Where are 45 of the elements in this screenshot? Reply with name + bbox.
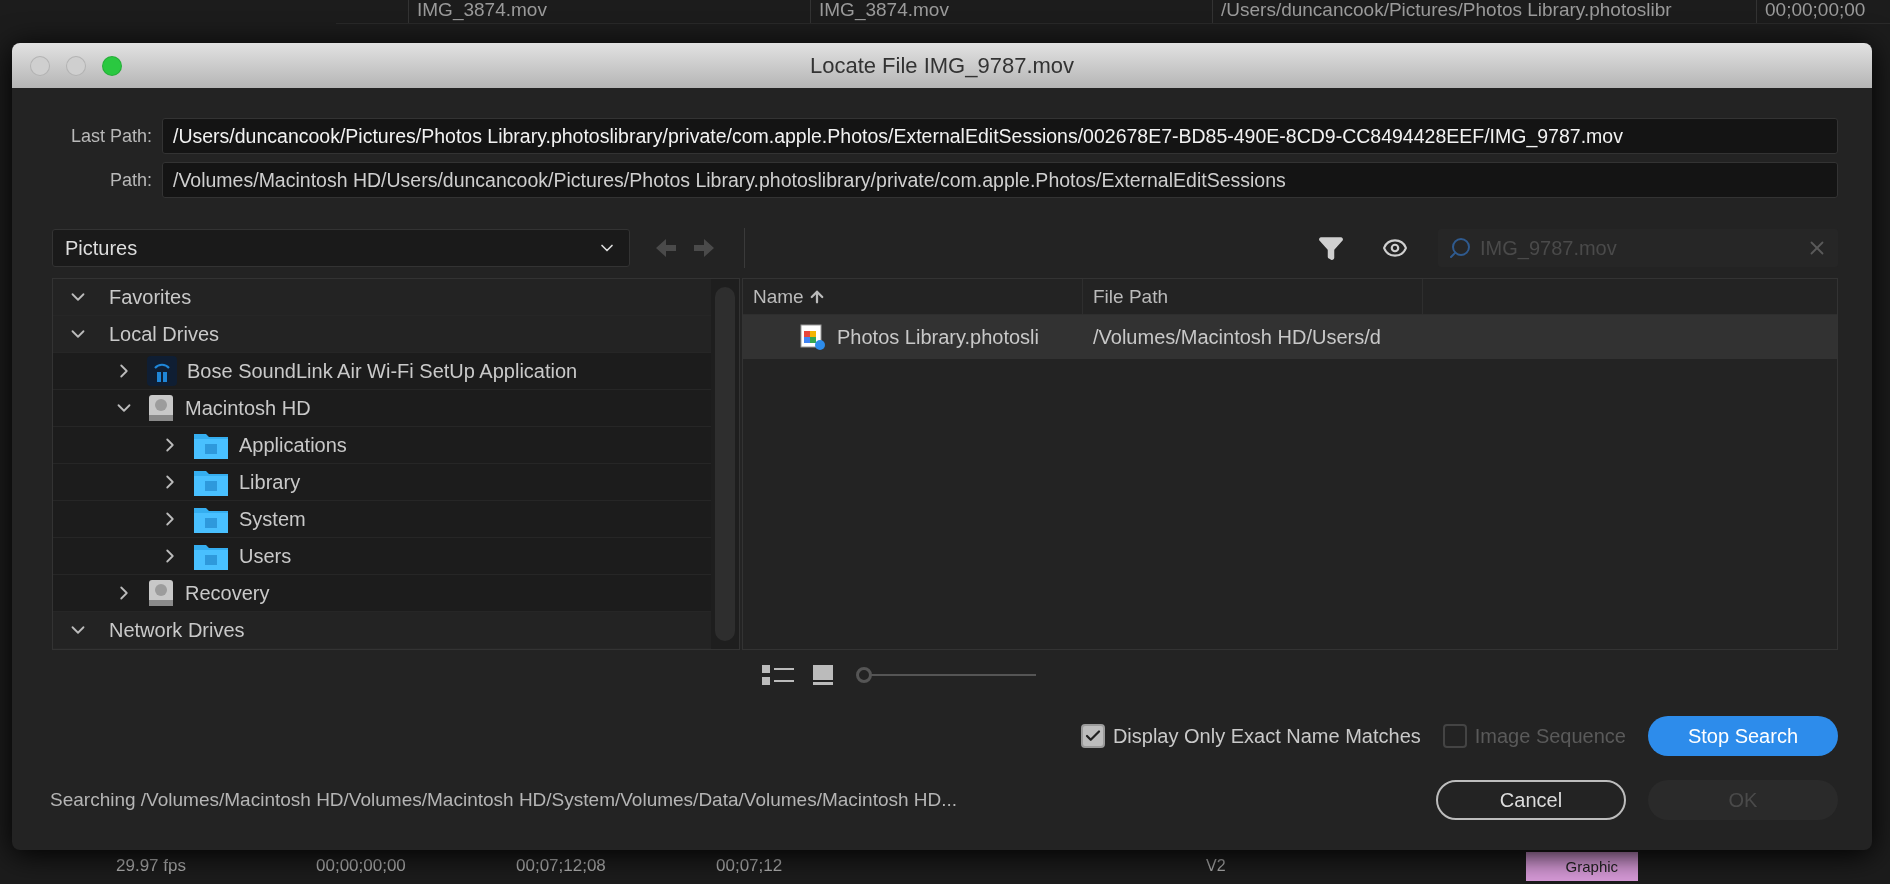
tree-item[interactable]: Favorites	[109, 285, 192, 309]
timecode: 00;00;00;00	[316, 856, 407, 876]
hard-drive-icon	[147, 578, 175, 608]
file-row[interactable]: Photos Library.photosli /Volumes/Macintosh HD/Users/d	[743, 315, 1837, 359]
tree-item[interactable]: Applications	[239, 433, 347, 457]
tree-item[interactable]: Recovery	[185, 581, 270, 605]
table-cell: IMG_3874.mov	[810, 0, 1212, 23]
list-view-icon[interactable]	[762, 664, 796, 686]
table-cell: Photos Library.photosli	[837, 325, 1039, 349]
photos-library-icon	[799, 323, 825, 351]
timecode: 00;07;12;08	[516, 856, 607, 876]
timecode: 00;07;12	[716, 856, 784, 876]
column-header[interactable]: Name	[743, 279, 1083, 314]
column-header[interactable]: File Path	[1083, 279, 1423, 314]
path-field[interactable]: /Volumes/Macintosh HD/Users/duncancook/Pictures/Photos Library.photoslibrary/private/com.apple.Photos/ExternalEditSessions	[162, 162, 1838, 198]
table-cell: /Users/duncancook/Pictures/Photos Library.photoslibr	[1212, 0, 1756, 23]
window-title: Locate File IMG_9787.mov	[809, 52, 1075, 79]
location-dropdown[interactable]: Pictures	[52, 229, 630, 267]
tree-item[interactable]: Library	[239, 470, 301, 494]
status-text: Searching /Volumes/Macintosh HD/Volumes/Macintosh HD/System/Volumes/Data/Volumes/Macintosh HD...	[50, 789, 959, 811]
timeline-clip: Graphic	[1525, 851, 1639, 881]
tree-item[interactable]: Bose SoundLink Air Wi-Fi SetUp Application	[187, 359, 578, 383]
table-cell: IMG_3874.mov	[408, 0, 810, 23]
checkbox-label: Display Only Exact Name Matches	[1112, 724, 1421, 748]
icon-view-icon[interactable]	[812, 664, 834, 686]
filter-icon[interactable]	[1318, 235, 1344, 261]
field-label: Last Path:	[69, 125, 152, 147]
tree-item[interactable]: Macintosh HD	[185, 396, 311, 420]
tree-item[interactable]: Local Drives	[109, 322, 220, 346]
tree-item[interactable]: Network Drives	[109, 618, 245, 642]
hard-drive-icon	[147, 393, 175, 423]
search-icon	[1448, 236, 1472, 260]
field-label: Path:	[108, 169, 152, 191]
table-cell: 00;00;00;00	[1756, 0, 1890, 23]
slider-thumb[interactable]	[856, 667, 872, 683]
checkbox[interactable]	[1080, 724, 1105, 748]
table-cell: /Volumes/Macintosh HD/Users/d	[1093, 325, 1381, 349]
track-label: V2	[1206, 857, 1226, 875]
app-icon	[147, 356, 177, 386]
path-field[interactable]: /Users/duncancook/Pictures/Photos Library.photoslibrary/private/com.apple.Photos/ExternalEditSessions/002678E7-BD85-490E-8CD9-CC8494428EEF/IMG_9787.mov	[162, 118, 1838, 154]
thumbnail-size-slider[interactable]	[856, 667, 1036, 683]
cancel-button[interactable]: Cancel	[1436, 780, 1626, 820]
tree-item[interactable]: System	[239, 507, 306, 531]
timecode: 29.97 fps	[116, 856, 187, 876]
tree-item[interactable]: Users	[239, 544, 292, 568]
